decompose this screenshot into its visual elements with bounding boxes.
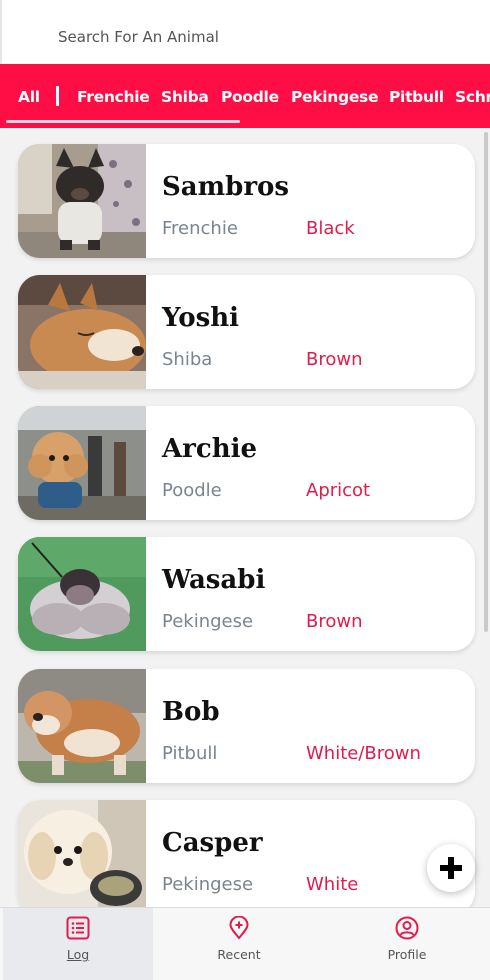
pekingese-photo (18, 800, 146, 908)
tab-schnauzer[interactable]: Schnauzer (455, 88, 490, 106)
animal-name: Archie (162, 434, 258, 464)
animal-card[interactable]: Archie Poodle Apricot (18, 406, 475, 520)
list-icon (66, 916, 90, 940)
poodle-photo (18, 406, 146, 520)
animal-breed: Frenchie (162, 218, 238, 239)
animal-name: Sambros (162, 172, 289, 202)
tab-divider (56, 86, 59, 106)
animal-color: White (306, 874, 359, 895)
animal-list: Sambros Frenchie Black Yoshi Shiba Brown (0, 128, 490, 908)
shiba-photo (18, 275, 146, 389)
animal-card[interactable]: Yoshi Shiba Brown (18, 275, 475, 389)
tab-all[interactable]: All (18, 88, 40, 106)
nav-profile[interactable]: Profile (332, 908, 482, 980)
animal-breed: Pekingese (162, 611, 254, 632)
search-bar (0, 0, 490, 64)
location-pin-icon (229, 916, 249, 940)
pekingese-photo (18, 537, 146, 651)
animal-name: Wasabi (162, 565, 266, 595)
tab-frenchie[interactable]: Frenchie (77, 88, 150, 106)
plus-icon (440, 857, 462, 879)
scrollbar[interactable] (484, 132, 488, 632)
nav-label: Recent (217, 947, 261, 962)
search-input[interactable] (58, 28, 458, 46)
animal-name: Casper (162, 828, 263, 858)
nav-label: Log (66, 947, 90, 962)
animal-card[interactable]: Sambros Frenchie Black (18, 144, 475, 258)
user-circle-icon (395, 916, 419, 940)
tab-poodle[interactable]: Poodle (221, 88, 279, 106)
animal-color: Brown (306, 349, 363, 370)
tab-pitbull[interactable]: Pitbull (389, 88, 444, 106)
nav-log[interactable]: Log (3, 908, 153, 980)
animal-color: White/Brown (306, 743, 421, 764)
animal-card[interactable]: Casper Pekingese White (18, 800, 475, 908)
animal-color: Brown (306, 611, 363, 632)
animal-breed: Pitbull (162, 743, 218, 764)
animal-breed: Pekingese (162, 874, 254, 895)
add-animal-button[interactable] (427, 844, 475, 892)
pitbull-photo (18, 669, 146, 783)
tab-pekingese[interactable]: Pekingese (291, 88, 378, 106)
bottom-nav: Log Recent Profile (0, 907, 490, 980)
frenchie-photo (18, 144, 146, 258)
animal-breed: Shiba (162, 349, 213, 370)
animal-breed: Poodle (162, 480, 222, 501)
animal-name: Yoshi (162, 303, 240, 333)
animal-color: Black (306, 218, 355, 239)
category-tabs: All Frenchie Shiba Poodle Pekingese Pitb… (0, 64, 490, 128)
nav-label: Profile (387, 947, 427, 962)
tab-shiba[interactable]: Shiba (161, 88, 209, 106)
animal-color: Apricot (306, 480, 371, 501)
nav-recent[interactable]: Recent (164, 908, 314, 980)
animal-name: Bob (162, 697, 220, 727)
animal-card[interactable]: Wasabi Pekingese Brown (18, 537, 475, 651)
animal-card[interactable]: Bob Pitbull White/Brown (18, 669, 475, 783)
active-tab-indicator (6, 120, 240, 123)
